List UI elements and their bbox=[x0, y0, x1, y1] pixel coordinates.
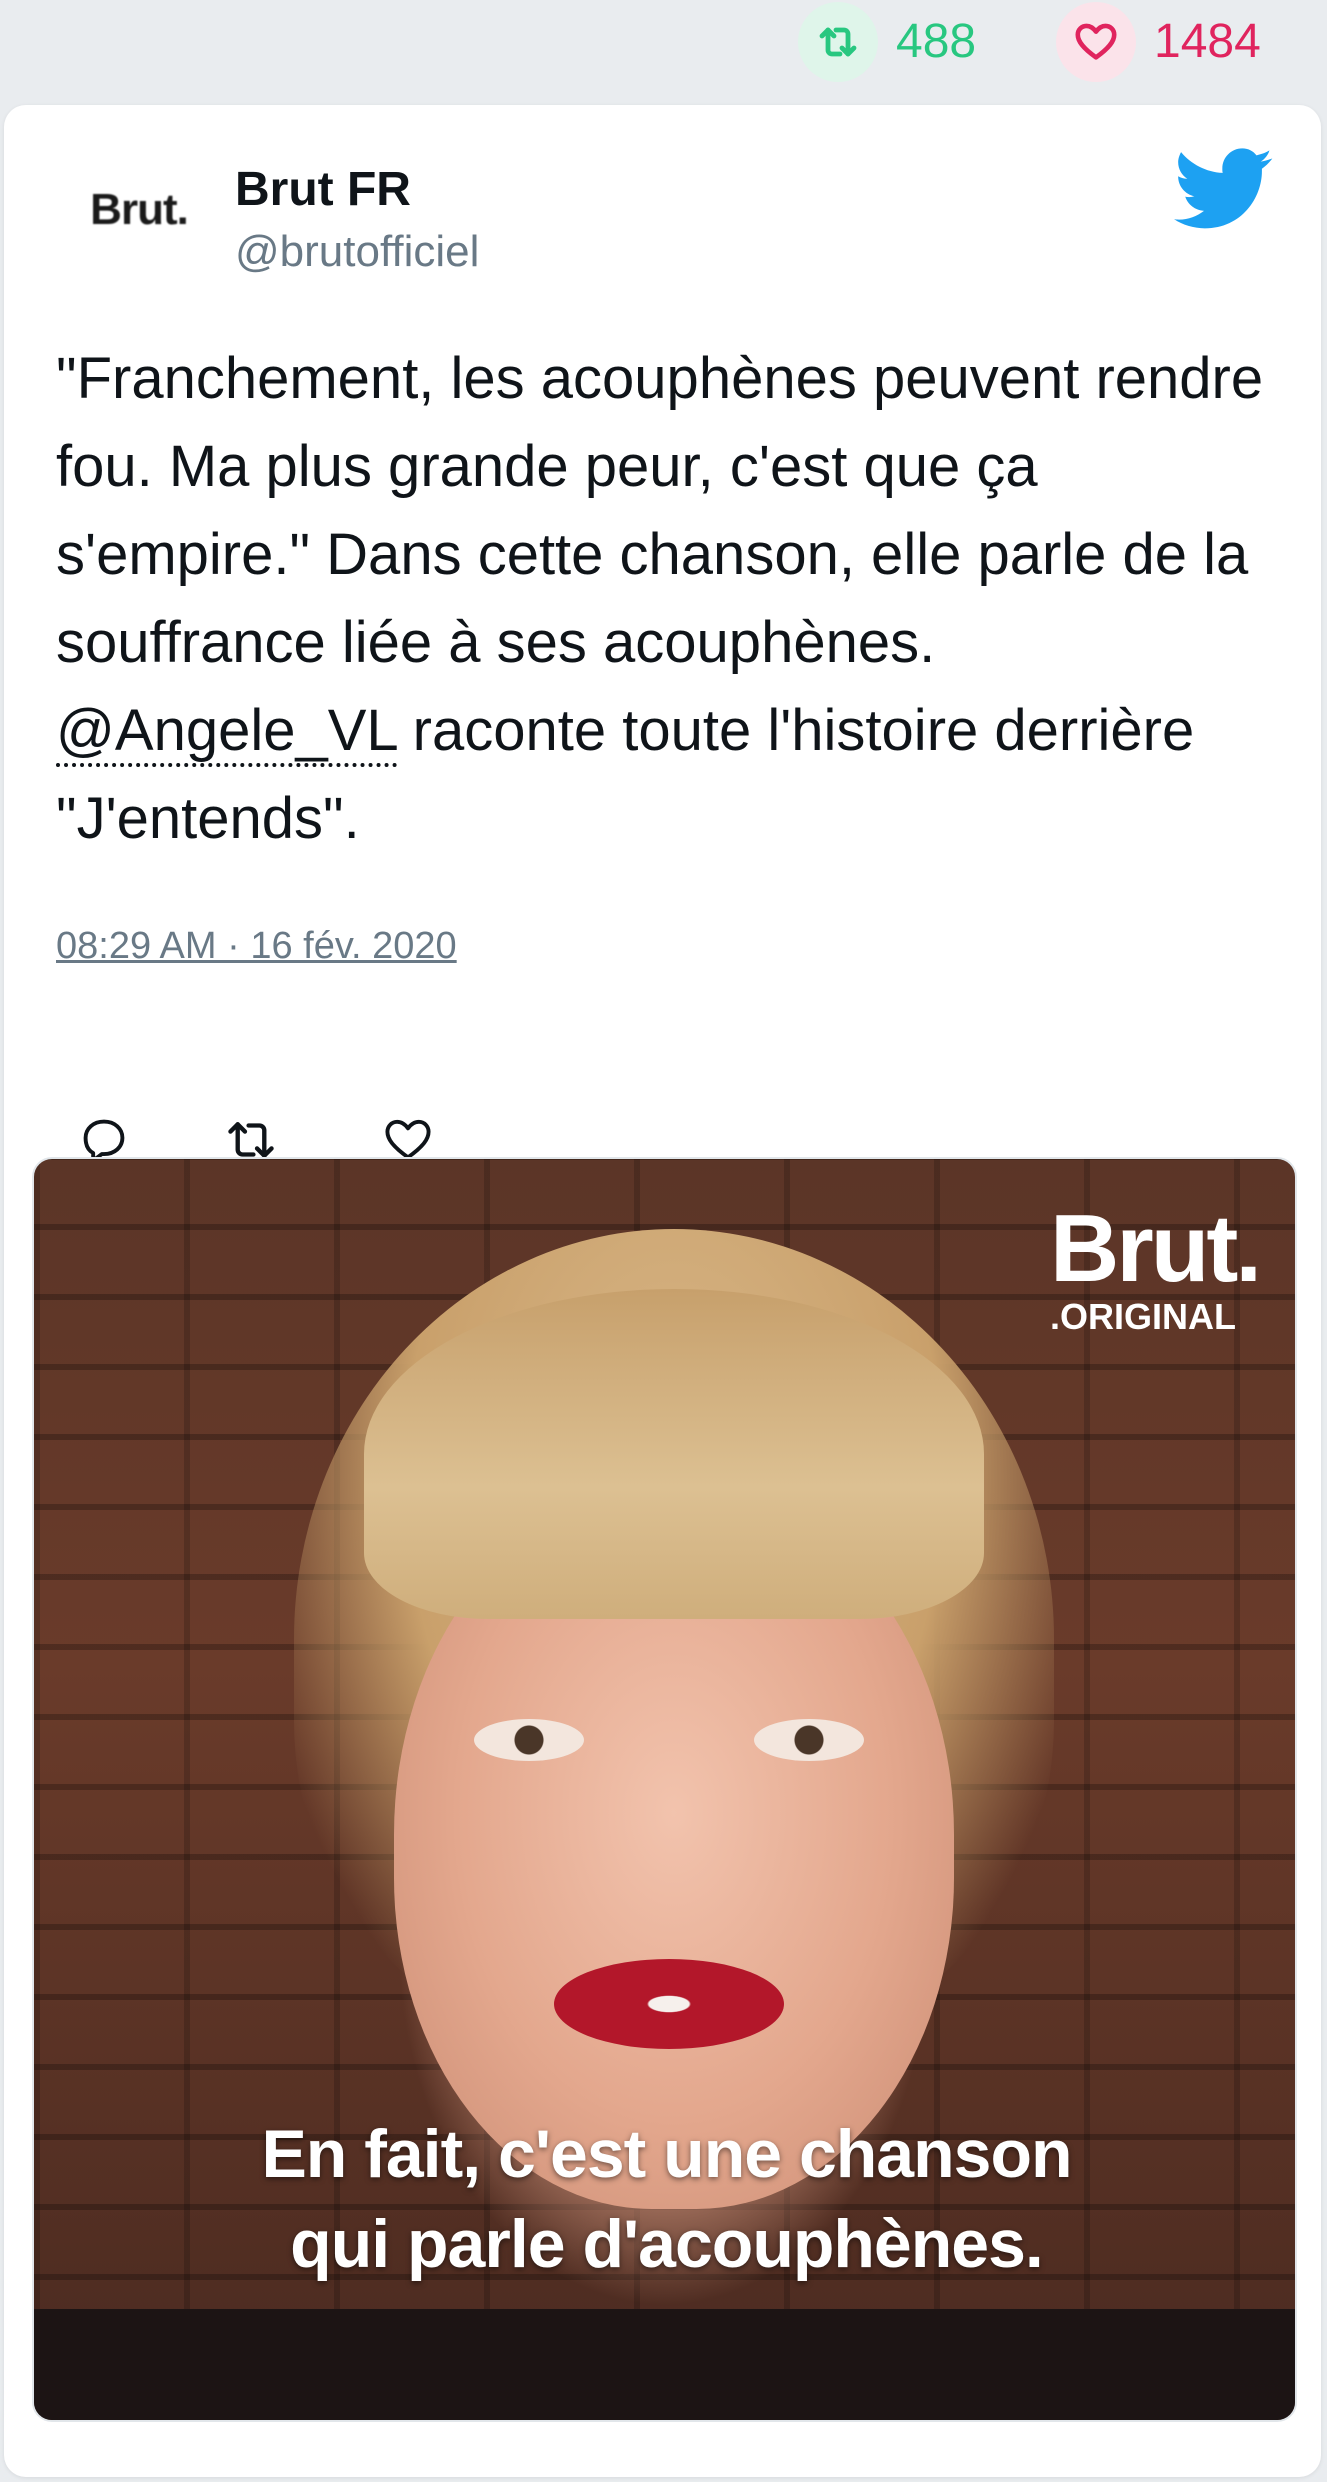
portrait-eye-left bbox=[474, 1719, 584, 1761]
retweet-count: 488 bbox=[896, 15, 977, 68]
portrait-lips bbox=[554, 1959, 784, 2049]
portrait-eye-right bbox=[754, 1719, 864, 1761]
tweet-video-thumbnail[interactable]: Brut. .ORIGINAL En fait, c'est une chans… bbox=[32, 1157, 1297, 2422]
heart-icon[interactable] bbox=[1056, 2, 1136, 82]
caption-line-1: En fait, c'est une chanson bbox=[261, 2116, 1072, 2192]
caption-line-2: qui parle d'acouphènes. bbox=[290, 2206, 1044, 2282]
avatar-logo-text: Brut. bbox=[90, 185, 189, 234]
like-count: 1484 bbox=[1154, 15, 1261, 68]
portrait-shirt bbox=[34, 2309, 1295, 2420]
portrait-bangs bbox=[364, 1289, 984, 1619]
twitter-bird-icon[interactable] bbox=[1174, 145, 1274, 235]
author-name[interactable]: Brut FR bbox=[235, 162, 411, 217]
tweet-stats-bar: 488 1484 bbox=[0, 0, 1327, 100]
video-caption: En fait, c'est une chanson qui parle d'a… bbox=[34, 2109, 1295, 2289]
brut-original-watermark: Brut. .ORIGINAL bbox=[1050, 1195, 1262, 1337]
retweet-icon[interactable] bbox=[798, 2, 878, 82]
retweet-stat[interactable]: 488 bbox=[798, 2, 977, 82]
watermark-brut: Brut. bbox=[1050, 1195, 1262, 1302]
tweet-text-part-1: "Franchement, les acouphènes peuvent ren… bbox=[56, 346, 1264, 675]
watermark-original: .ORIGINAL bbox=[1050, 1296, 1237, 1337]
mention-link[interactable]: @Angele_VL bbox=[56, 698, 397, 767]
avatar[interactable]: Brut. bbox=[54, 150, 224, 270]
tweet-timestamp[interactable]: 08:29 AM · 16 fév. 2020 bbox=[56, 925, 457, 968]
tweet-card: Brut. Brut FR @brutofficiel "Franchement… bbox=[4, 105, 1321, 2477]
like-stat[interactable]: 1484 bbox=[1056, 2, 1261, 82]
tweet-header: Brut. Brut FR @brutofficiel bbox=[4, 105, 1321, 305]
author-handle[interactable]: @brutofficiel bbox=[235, 227, 479, 277]
tweet-text: "Franchement, les acouphènes peuvent ren… bbox=[56, 335, 1286, 863]
